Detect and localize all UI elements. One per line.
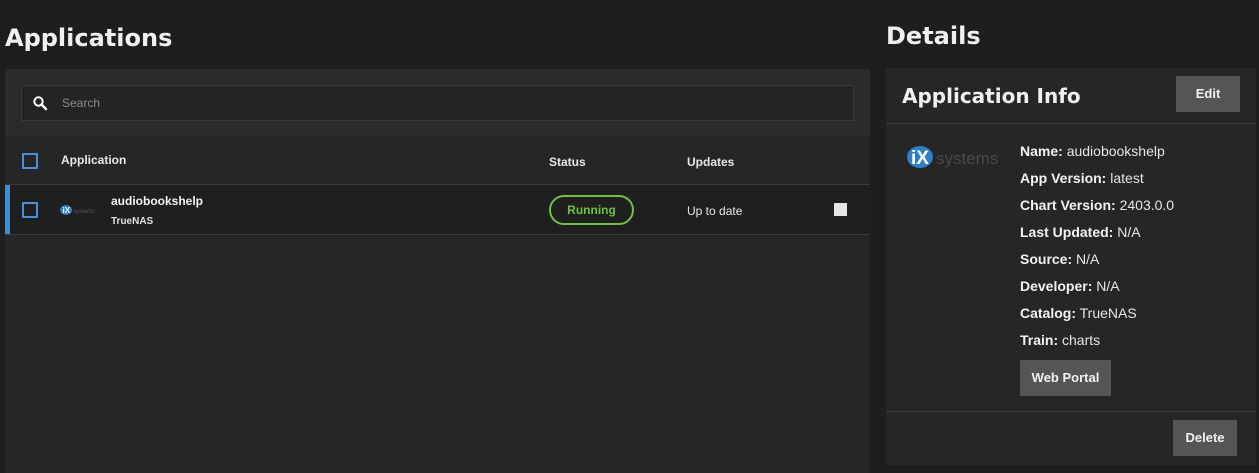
select-all-checkbox[interactable] xyxy=(22,153,38,169)
column-updates[interactable]: Updates xyxy=(687,155,734,169)
app-name: audiobookshelp xyxy=(111,194,204,208)
svg-text:systems: systems xyxy=(73,209,95,215)
stop-icon[interactable] xyxy=(834,203,847,216)
detail-catalog: Catalog: TrueNAS xyxy=(1020,304,1174,331)
detail-train: Train: charts xyxy=(1020,331,1174,358)
applications-panel: Application Status Updates iX systems au… xyxy=(5,69,870,473)
detail-label: Train: xyxy=(1020,332,1059,348)
web-portal-button[interactable]: Web Portal xyxy=(1020,360,1111,396)
ix-systems-logo: iX systems xyxy=(906,142,1006,174)
application-info-card: Application Info Edit iX systems Name: a… xyxy=(886,68,1256,465)
detail-label: Source: xyxy=(1020,251,1073,267)
app-details-list: Name: audiobookshelp App Version: latest… xyxy=(1020,142,1174,358)
detail-value: N/A xyxy=(1096,278,1120,294)
selected-row-indicator xyxy=(5,185,10,234)
table-header: Application Status Updates xyxy=(5,137,870,185)
column-application[interactable]: Application xyxy=(61,153,126,167)
detail-label: App Version: xyxy=(1020,170,1107,186)
svg-text:iX: iX xyxy=(911,148,929,169)
detail-value: 2403.0.0 xyxy=(1119,197,1175,213)
delete-button[interactable]: Delete xyxy=(1173,420,1237,456)
detail-value: N/A xyxy=(1117,224,1141,240)
app-catalog: TrueNAS xyxy=(111,216,154,227)
detail-name: Name: audiobookshelp xyxy=(1020,142,1174,169)
details-title: Details xyxy=(886,22,981,50)
detail-label: Last Updated: xyxy=(1020,224,1114,240)
edit-button[interactable]: Edit xyxy=(1176,76,1240,112)
detail-label: Name: xyxy=(1020,143,1063,159)
app-icon: iX systems xyxy=(59,202,103,218)
detail-developer: Developer: N/A xyxy=(1020,277,1174,304)
page-title: Applications xyxy=(5,24,173,52)
detail-label: Catalog: xyxy=(1020,305,1076,321)
detail-chart-version: Chart Version: 2403.0.0 xyxy=(1020,196,1174,223)
card-footer-divider xyxy=(886,411,1256,412)
detail-app-version: App Version: latest xyxy=(1020,169,1174,196)
status-badge: Running xyxy=(549,195,634,225)
update-status: Up to date xyxy=(687,204,743,218)
detail-value: charts xyxy=(1062,332,1101,348)
detail-value: TrueNAS xyxy=(1079,305,1137,321)
search-box[interactable] xyxy=(21,85,854,121)
detail-value: latest xyxy=(1110,170,1144,186)
card-header: Application Info Edit xyxy=(886,68,1256,124)
row-checkbox[interactable] xyxy=(22,202,38,218)
details-section: Details Application Info Edit iX systems… xyxy=(886,0,1256,473)
search-input[interactable] xyxy=(62,86,842,120)
svg-text:systems: systems xyxy=(936,149,998,168)
detail-value: audiobookshelp xyxy=(1066,143,1165,159)
applications-section: Applications Application Status Updates xyxy=(5,0,870,473)
table-row[interactable]: iX systems audiobookshelp TrueNAS Runnin… xyxy=(5,185,870,235)
detail-label: Developer: xyxy=(1020,278,1093,294)
svg-text:iX: iX xyxy=(63,206,71,215)
detail-last-updated: Last Updated: N/A xyxy=(1020,223,1174,250)
card-title: Application Info xyxy=(902,84,1081,108)
search-bar xyxy=(5,69,870,137)
detail-value: N/A xyxy=(1076,251,1100,267)
search-icon xyxy=(32,95,48,111)
detail-source: Source: N/A xyxy=(1020,250,1174,277)
detail-label: Chart Version: xyxy=(1020,197,1116,213)
column-status[interactable]: Status xyxy=(549,155,586,169)
